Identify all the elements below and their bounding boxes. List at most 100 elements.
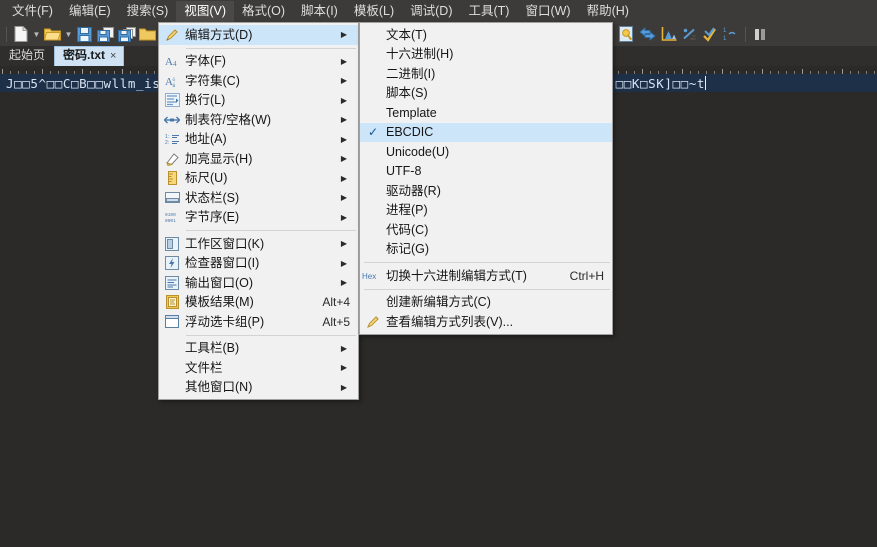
checkmark-chart-icon[interactable] bbox=[700, 24, 721, 44]
menu-bar: 文件(F) 编辑(E) 搜索(S) 视图(V) 格式(O) 脚本(I) 模板(L… bbox=[0, 0, 877, 22]
menu-item-toolbars[interactable]: 工具栏(B) ▶ bbox=[159, 339, 358, 359]
new-file-icon[interactable] bbox=[10, 24, 31, 44]
submenu-item-drive[interactable]: 驱动器(R) bbox=[360, 181, 612, 201]
tab-start-page[interactable]: 起始页 bbox=[0, 46, 54, 66]
menu-item-inspector-window[interactable]: 检查器窗口(I) ▶ bbox=[159, 254, 358, 274]
menu-item-workspace-window-label: 工作区窗口(K) bbox=[185, 236, 265, 251]
menu-item-file-bar[interactable]: 文件栏 ▶ bbox=[159, 358, 358, 378]
menubar-item-template[interactable]: 模板(L) bbox=[346, 1, 402, 22]
submenu-item-view-edit-mode-list[interactable]: 查看编辑方式列表(V)... bbox=[360, 312, 612, 332]
menubar-item-script[interactable]: 脚本(I) bbox=[293, 1, 346, 22]
menu-item-toolbars-label: 工具栏(B) bbox=[185, 341, 240, 356]
menubar-item-view[interactable]: 视图(V) bbox=[176, 0, 234, 22]
pause-icon[interactable] bbox=[749, 24, 770, 44]
submenu-item-script-label: 脚本(S) bbox=[386, 86, 428, 101]
chevron-right-icon: ▶ bbox=[340, 363, 348, 373]
svg-text:1: 1 bbox=[723, 28, 727, 34]
submenu-item-process[interactable]: 进程(P) bbox=[360, 201, 612, 221]
menu-item-highlight[interactable]: 加亮显示(H) ▶ bbox=[159, 149, 358, 169]
svg-text:1: 1 bbox=[723, 36, 727, 42]
new-file-dropdown-icon[interactable]: ▼ bbox=[31, 24, 42, 44]
menu-item-output-window[interactable]: 输出窗口(O) ▶ bbox=[159, 273, 358, 293]
chevron-right-icon: ▶ bbox=[340, 239, 348, 249]
chevron-right-icon: ▶ bbox=[340, 76, 348, 86]
chevron-right-icon: ▶ bbox=[340, 343, 348, 353]
menu-item-font[interactable]: A 4 字体(F) ▶ bbox=[159, 52, 358, 72]
menu-item-wrap[interactable]: 换行(L) ▶ bbox=[159, 91, 358, 111]
chevron-right-icon: ▶ bbox=[340, 212, 348, 222]
editor-text-left: J□□5^□□C□B□□wllm_is bbox=[6, 75, 161, 91]
submenu-item-ebcdic[interactable]: ✓ EBCDIC bbox=[360, 122, 612, 142]
menu-separator bbox=[186, 47, 356, 49]
menubar-item-help[interactable]: 帮助(H) bbox=[579, 1, 637, 22]
menu-item-wrap-label: 换行(L) bbox=[185, 93, 226, 108]
chevron-right-icon: ▶ bbox=[340, 278, 348, 288]
pencil-icon bbox=[159, 28, 185, 42]
menubar-item-search[interactable]: 搜索(S) bbox=[119, 1, 177, 22]
open-folder-icon[interactable] bbox=[42, 24, 63, 44]
submenu-item-script[interactable]: 脚本(S) bbox=[360, 84, 612, 104]
submenu-item-binary[interactable]: 二进制(I) bbox=[360, 64, 612, 84]
submenu-item-utf8[interactable]: UTF-8 bbox=[360, 162, 612, 182]
menu-item-address-label: 地址(A) bbox=[185, 132, 227, 147]
key-icon[interactable] bbox=[616, 24, 637, 44]
submenu-item-toggle-hex-mode[interactable]: Hex 切换十六进制编辑方式(T) Ctrl+H bbox=[360, 266, 612, 286]
charset-icon: A á ö bbox=[159, 74, 185, 88]
base-convert-icon[interactable]: 1 1 10 16 bbox=[721, 24, 742, 44]
menubar-item-edit[interactable]: 编辑(E) bbox=[61, 1, 119, 22]
tab-start-page-label: 起始页 bbox=[9, 48, 46, 62]
menu-item-statusbar[interactable]: 状态栏(S) ▶ bbox=[159, 188, 358, 208]
svg-text:0100: 0100 bbox=[165, 212, 176, 218]
menubar-item-window[interactable]: 窗口(W) bbox=[517, 1, 578, 22]
chevron-right-icon: ▶ bbox=[340, 30, 348, 40]
menu-item-other-windows[interactable]: 其他窗口(N) ▶ bbox=[159, 378, 358, 398]
submenu-item-code[interactable]: 代码(C) bbox=[360, 220, 612, 240]
menu-item-charset-label: 字符集(C) bbox=[185, 73, 240, 88]
save-all-icon[interactable] bbox=[116, 24, 137, 44]
edit-mode-submenu-popup[interactable]: 文本(T) 十六进制(H) 二进制(I) 脚本(S) Template ✓ EB… bbox=[359, 22, 613, 335]
menu-item-workspace-window[interactable]: 工作区窗口(K) ▶ bbox=[159, 234, 358, 254]
submenu-item-hex[interactable]: 十六进制(H) bbox=[360, 45, 612, 65]
menu-item-floating-tabs-accel: Alt+5 bbox=[322, 314, 350, 329]
menu-item-address[interactable]: 1: 2: 地址(A) ▶ bbox=[159, 130, 358, 150]
save-icon[interactable] bbox=[74, 24, 95, 44]
text-caret bbox=[705, 76, 706, 90]
submenu-item-text[interactable]: 文本(T) bbox=[360, 25, 612, 45]
svg-text:á: á bbox=[172, 83, 175, 88]
view-menu-popup[interactable]: 编辑方式(D) ▶ A 4 字体(F) ▶ A á ö 字符集(C) ▶ 换行(… bbox=[158, 22, 359, 400]
submenu-item-code-label: 代码(C) bbox=[386, 222, 429, 237]
menu-separator bbox=[186, 334, 356, 336]
workspace-window-icon bbox=[159, 236, 185, 251]
submenu-item-template[interactable]: Template bbox=[360, 103, 612, 123]
menu-item-floating-tabs[interactable]: 浮动选卡组(P) Alt+5 bbox=[159, 312, 358, 332]
submenu-item-drive-label: 驱动器(R) bbox=[386, 183, 441, 198]
open-folder-dropdown-icon[interactable]: ▼ bbox=[63, 24, 74, 44]
toolbar-separator-2 bbox=[745, 26, 746, 42]
menu-item-charset[interactable]: A á ö 字符集(C) ▶ bbox=[159, 71, 358, 91]
folder-icon[interactable] bbox=[137, 24, 158, 44]
submenu-item-view-edit-mode-list-label: 查看编辑方式列表(V)... bbox=[386, 314, 514, 329]
convert-arrows-icon[interactable] bbox=[637, 24, 658, 44]
submenu-item-tag[interactable]: 标记(G) bbox=[360, 240, 612, 260]
address-list-icon: 1: 2: bbox=[159, 133, 185, 145]
submenu-item-create-new-edit-mode[interactable]: 创建新编辑方式(C) bbox=[360, 293, 612, 313]
menubar-item-file[interactable]: 文件(F) bbox=[4, 1, 61, 22]
chevron-right-icon: ▶ bbox=[340, 193, 348, 203]
division-icon[interactable] bbox=[679, 24, 700, 44]
menubar-item-debug[interactable]: 调试(D) bbox=[402, 1, 460, 22]
menubar-item-format[interactable]: 格式(O) bbox=[234, 1, 293, 22]
tab-password-txt[interactable]: 密码.txt × bbox=[54, 46, 125, 66]
menu-item-ruler[interactable]: 标尺(U) ▶ bbox=[159, 169, 358, 189]
submenu-item-unicode[interactable]: Unicode(U) bbox=[360, 142, 612, 162]
menubar-item-tools[interactable]: 工具(T) bbox=[461, 1, 518, 22]
chart-icon[interactable] bbox=[658, 24, 679, 44]
menu-item-byte-order[interactable]: 0100 0001 字节序(E) ▶ bbox=[159, 208, 358, 228]
tab-close-icon[interactable]: × bbox=[110, 50, 116, 62]
save-as-icon[interactable] bbox=[95, 24, 116, 44]
menu-item-template-result[interactable]: 模板结果(M) Alt+4 bbox=[159, 293, 358, 313]
menu-item-edit-mode[interactable]: 编辑方式(D) ▶ bbox=[159, 25, 358, 45]
menu-item-tab-space[interactable]: 制表符/空格(W) ▶ bbox=[159, 110, 358, 130]
menu-item-template-result-accel: Alt+4 bbox=[322, 295, 350, 310]
submenu-item-binary-label: 二进制(I) bbox=[386, 66, 436, 81]
chevron-right-icon: ▶ bbox=[340, 173, 348, 183]
